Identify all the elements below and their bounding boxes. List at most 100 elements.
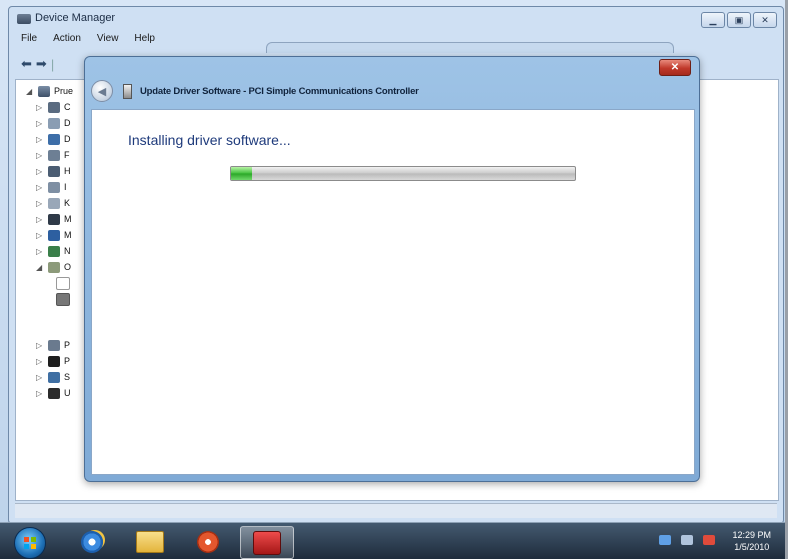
network-tray-icon[interactable] — [659, 535, 671, 545]
menu-action[interactable]: Action — [53, 33, 81, 49]
tree-item-label: P — [64, 340, 71, 350]
tree-item[interactable]: ▷ M — [36, 228, 72, 242]
tree-item-label: D — [64, 118, 71, 128]
expand-arrow-icon[interactable]: ▷ — [36, 247, 44, 256]
expand-arrow-icon[interactable]: ▷ — [36, 231, 44, 240]
tree-child-item[interactable] — [56, 292, 70, 306]
progress-fill — [231, 167, 252, 180]
tree-item[interactable]: ▷ D — [36, 116, 71, 130]
tree-root-label: Prue — [54, 86, 74, 96]
tree-item[interactable]: ▷ N — [36, 244, 71, 258]
system-devices-icon — [48, 371, 60, 383]
expand-arrow-icon[interactable]: ▷ — [36, 167, 44, 176]
tree-item[interactable]: ▷ M — [36, 212, 72, 226]
install-progress-bar — [230, 166, 576, 181]
pci-device-icon — [123, 83, 132, 99]
back-arrow-icon[interactable]: ⬅ — [21, 56, 32, 72]
unknown-device-icon — [56, 292, 70, 306]
expand-arrow-icon[interactable]: ▷ — [36, 215, 44, 224]
collapse-arrow-icon[interactable]: ◢ — [36, 263, 44, 272]
desktop-screen: Device Manager ▁ ▣ ✕ File Action View He… — [0, 0, 785, 559]
processor-icon — [48, 355, 60, 367]
expand-arrow-icon[interactable]: ▷ — [36, 135, 44, 144]
status-bar — [15, 503, 777, 518]
tree-item[interactable]: ▷ P — [36, 354, 70, 368]
ide-icon — [48, 181, 60, 193]
expand-arrow-icon[interactable]: ▷ — [36, 151, 44, 160]
expand-arrow-icon[interactable]: ▷ — [36, 389, 44, 398]
window-title: Device Manager — [35, 12, 116, 24]
port-icon — [48, 339, 60, 351]
taskbar-device-manager[interactable] — [240, 526, 294, 559]
tree-item-label: O — [64, 262, 72, 272]
maximize-button[interactable]: ▣ — [727, 12, 751, 28]
tree-item[interactable]: ▷ K — [36, 196, 70, 210]
volume-icon[interactable] — [703, 535, 715, 545]
expand-arrow-icon[interactable]: ▷ — [36, 119, 44, 128]
taskbar: 12:29 PM 1/5/2010 — [0, 522, 785, 559]
device-manager-app-icon — [17, 14, 31, 24]
tree-item-label: C — [64, 102, 71, 112]
drive-icon — [48, 117, 60, 129]
device-category-icon — [48, 101, 60, 113]
floppy-icon — [48, 149, 60, 161]
close-button[interactable]: ✕ — [753, 12, 777, 28]
caption-buttons: ▁ ▣ ✕ — [701, 12, 777, 28]
taskbar-explorer[interactable] — [124, 526, 176, 557]
hid-icon — [48, 165, 60, 177]
tree-item[interactable]: ▷ I — [36, 180, 67, 194]
tree-item-label: I — [64, 182, 67, 192]
other-devices-icon — [48, 261, 60, 273]
toolbar-separator: | — [50, 56, 55, 72]
minimize-icon: ▁ — [709, 14, 717, 25]
tree-item[interactable]: ▷ D — [36, 132, 71, 146]
clock-date: 1/5/2010 — [734, 542, 770, 552]
network-icon — [48, 245, 60, 257]
collapse-arrow-icon[interactable]: ◢ — [26, 87, 34, 96]
dialog-close-button[interactable]: ✕ — [659, 59, 691, 76]
monitor-icon — [48, 229, 60, 241]
tree-item-label: D — [64, 134, 71, 144]
tree-item-label: M — [64, 230, 72, 240]
menu-view[interactable]: View — [97, 33, 119, 49]
expand-arrow-icon[interactable]: ▷ — [36, 357, 44, 366]
folder-icon — [136, 530, 164, 553]
system-clock[interactable]: 12:29 PM 1/5/2010 — [732, 529, 771, 553]
system-tray — [659, 535, 715, 545]
expand-arrow-icon[interactable]: ▷ — [36, 183, 44, 192]
tree-item-label: K — [64, 198, 71, 208]
tree-child-item[interactable] — [56, 276, 70, 290]
tree-item[interactable]: ▷ F — [36, 148, 70, 162]
tree-item[interactable]: ▷ H — [36, 164, 71, 178]
device-manager-taskbar-icon — [253, 530, 281, 555]
action-center-icon[interactable] — [681, 535, 693, 545]
tree-root[interactable]: ◢ Prue — [26, 84, 73, 98]
dialog-body: Installing driver software... — [91, 109, 695, 475]
taskbar-media-player[interactable] — [182, 526, 234, 557]
keyboard-icon — [48, 197, 60, 209]
back-arrow-icon: ◀ — [97, 85, 107, 98]
display-icon — [48, 133, 60, 145]
tree-item[interactable]: ▷ P — [36, 338, 70, 352]
expand-arrow-icon[interactable]: ▷ — [36, 199, 44, 208]
tree-item[interactable]: ▷ C — [36, 100, 71, 114]
tree-item-expanded[interactable]: ◢ O — [36, 260, 71, 274]
start-button[interactable] — [14, 527, 46, 559]
expand-arrow-icon[interactable]: ▷ — [36, 103, 44, 112]
device-manager-titlebar[interactable]: Device Manager ▁ ▣ ✕ — [9, 7, 783, 31]
dialog-header: ◀ Update Driver Software - PCI Simple Co… — [91, 77, 691, 105]
back-button[interactable]: ◀ — [91, 80, 113, 102]
dialog-title: Update Driver Software - PCI Simple Comm… — [140, 85, 419, 97]
forward-arrow-icon[interactable]: ➡ — [36, 56, 47, 72]
background-dialog-edge — [266, 42, 674, 53]
menu-file[interactable]: File — [21, 33, 37, 49]
taskbar-internet-explorer[interactable] — [66, 526, 118, 557]
menu-help[interactable]: Help — [134, 33, 155, 49]
expand-arrow-icon[interactable]: ▷ — [36, 373, 44, 382]
tree-item[interactable]: ▷ S — [36, 370, 70, 384]
minimize-button[interactable]: ▁ — [701, 12, 725, 28]
tree-item-label: F — [64, 150, 70, 160]
tree-item[interactable]: ▷ U — [36, 386, 71, 400]
expand-arrow-icon[interactable]: ▷ — [36, 341, 44, 350]
close-icon: ✕ — [761, 14, 769, 25]
